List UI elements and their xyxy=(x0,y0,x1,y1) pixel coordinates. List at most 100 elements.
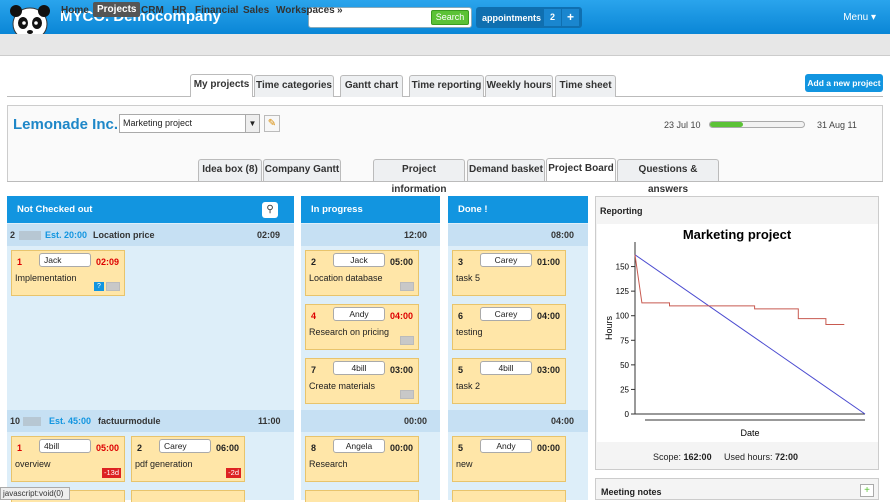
task-hours: 05:00 xyxy=(95,443,119,453)
story-name[interactable]: Location price xyxy=(93,230,155,240)
reporting-title: Reporting xyxy=(600,206,643,216)
menu-button[interactable]: Menu ▾ xyxy=(843,12,876,23)
task-assignee[interactable]: Jack xyxy=(39,253,91,267)
used-value: 72:00 xyxy=(775,452,799,462)
tab-project-board[interactable]: Project Board xyxy=(546,158,616,181)
task-card[interactable]: 6 Carey 04:00 testing xyxy=(452,304,566,350)
appointments-widget[interactable]: appointments 2 + xyxy=(476,7,582,28)
story-time: 00:00 xyxy=(403,416,427,426)
tab-demand-basket[interactable]: Demand basket xyxy=(467,159,545,181)
overdue-badge: -2d xyxy=(226,468,241,478)
task-number: 3 xyxy=(458,257,464,267)
task-card[interactable]: 3 Carey 01:00 task 5 xyxy=(452,250,566,296)
task-number: 2 xyxy=(311,257,317,267)
task-assignee[interactable]: Andy xyxy=(333,307,385,321)
task-card[interactable]: 2 Jack 05:00 Location database xyxy=(305,250,419,296)
task-number: 4 xyxy=(311,311,317,321)
add-note-button[interactable]: + xyxy=(860,484,874,497)
company-name: Lemonade Inc. xyxy=(13,116,119,133)
story-row-in-progress: 00:00 xyxy=(301,410,440,432)
search-icon[interactable]: ⚲ xyxy=(262,202,278,218)
task-assignee[interactable]: 4bill xyxy=(39,439,91,453)
task-handle[interactable] xyxy=(106,282,120,291)
nav-home[interactable]: Home xyxy=(61,5,89,16)
tab-time-categories[interactable]: Time categories xyxy=(254,75,334,97)
task-handle[interactable] xyxy=(400,282,414,291)
task-card[interactable]: 4 Andy 04:00 Research on pricing xyxy=(305,304,419,350)
column-title: Not Checked out xyxy=(17,204,93,215)
story-row[interactable]: 2 Est. 20:00 Location price 02:09 xyxy=(7,224,294,246)
task-card[interactable]: 1 Jack 02:09 Implementation ? xyxy=(11,250,125,296)
add-appointment-button[interactable]: + xyxy=(562,9,579,26)
edit-pencil-icon[interactable]: ✎ xyxy=(264,115,280,132)
add-project-button[interactable]: Add a new project xyxy=(805,74,883,92)
scope-label: Scope: xyxy=(653,452,682,462)
tab-idea-box[interactable]: Idea box (8) xyxy=(198,159,262,181)
tab-project-information[interactable]: Project information xyxy=(373,159,465,195)
burndown-chart: Marketing project 0 25 50 75 100 125 150 Hours Da… xyxy=(597,224,878,442)
nav-sales[interactable]: Sales xyxy=(243,5,269,16)
task-number: 1 xyxy=(17,257,23,267)
task-card[interactable]: 5 4bill 03:00 task 2 xyxy=(452,358,566,404)
question-icon[interactable]: ? xyxy=(94,282,104,291)
story-name[interactable]: factuurmodule xyxy=(98,416,161,426)
nav-more-icon[interactable]: » xyxy=(337,5,343,16)
story-row[interactable]: 10 Est. 45:00 factuurmodule 11:00 xyxy=(7,410,294,432)
task-card[interactable]: 2 Carey 06:00 pdf generation -2d xyxy=(131,436,245,482)
task-assignee[interactable]: 4bill xyxy=(480,361,532,375)
task-card[interactable] xyxy=(305,490,419,502)
tab-weekly-hours[interactable]: Weekly hours xyxy=(485,75,553,97)
tab-company-gantt[interactable]: Company Gantt xyxy=(263,159,341,181)
task-handle[interactable] xyxy=(400,336,414,345)
task-card[interactable]: 8 Angela 00:00 Research xyxy=(305,436,419,482)
task-assignee[interactable]: 4bill xyxy=(333,361,385,375)
task-assignee[interactable]: Carey xyxy=(480,253,532,267)
tab-questions-answers[interactable]: Questions & answers xyxy=(617,159,719,195)
chevron-down-icon[interactable]: ▼ xyxy=(245,115,259,132)
task-card[interactable] xyxy=(131,490,245,502)
story-row-done: 04:00 xyxy=(448,410,588,432)
story-estimate: Est. 20:00 xyxy=(45,230,88,240)
project-select[interactable]: Marketing project ▼ xyxy=(119,114,260,133)
nav-financial[interactable]: Financial xyxy=(195,5,238,16)
story-number: 10 xyxy=(10,416,21,426)
task-card[interactable]: 5 Andy 00:00 new xyxy=(452,436,566,482)
task-number: 8 xyxy=(311,443,317,453)
task-hours: 05:00 xyxy=(389,257,413,267)
tab-my-projects[interactable]: My projects xyxy=(190,74,253,97)
task-assignee[interactable]: Carey xyxy=(159,439,211,453)
task-assignee[interactable]: Carey xyxy=(480,307,532,321)
tab-time-sheet[interactable]: Time sheet xyxy=(555,75,616,97)
task-handle[interactable] xyxy=(400,390,414,399)
y-tick-label: 100 xyxy=(616,312,630,321)
y-axis-label: Hours xyxy=(604,316,614,341)
task-card[interactable] xyxy=(452,490,566,502)
story-time: 11:00 xyxy=(258,416,281,426)
task-card[interactable]: 1 4bill 05:00 overview -13d xyxy=(11,436,125,482)
scope-value: 162:00 xyxy=(683,452,712,462)
tab-time-reporting[interactable]: Time reporting xyxy=(409,75,484,97)
task-assignee[interactable]: Angela xyxy=(333,439,385,453)
nav-workspaces[interactable]: Workspaces xyxy=(276,5,335,16)
task-number: 5 xyxy=(458,443,464,453)
column-header-in-progress: In progress xyxy=(301,196,440,223)
task-card[interactable]: 7 4bill 03:00 Create materials xyxy=(305,358,419,404)
task-title: Create materials xyxy=(309,381,376,391)
story-time: 08:00 xyxy=(550,230,574,240)
task-assignee[interactable]: Jack xyxy=(333,253,385,267)
task-assignee[interactable]: Andy xyxy=(480,439,532,453)
task-title: Implementation xyxy=(15,273,77,283)
nav-hr[interactable]: HR xyxy=(172,5,186,16)
story-time: 02:09 xyxy=(257,230,281,240)
tab-gantt-chart[interactable]: Gantt chart xyxy=(340,75,403,97)
task-number: 1 xyxy=(17,443,23,453)
y-tick-label: 150 xyxy=(616,263,630,272)
series-line-1 xyxy=(634,254,845,326)
nav-projects[interactable]: Projects xyxy=(93,2,141,17)
project-end-date: 31 Aug 11 xyxy=(817,120,857,130)
task-hours: 03:00 xyxy=(389,365,413,375)
appointments-count[interactable]: 2 xyxy=(544,9,561,26)
search-button[interactable]: Search xyxy=(431,10,469,25)
nav-crm[interactable]: CRM xyxy=(141,5,164,16)
task-number: 7 xyxy=(311,365,317,375)
